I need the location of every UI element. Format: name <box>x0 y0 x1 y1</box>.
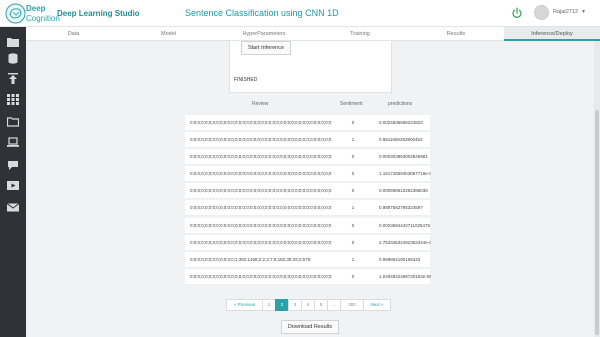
table-row: 0;0;0;0;0;0;0;0;0;0;0;0;0;0;0;0;0;0;0;0;… <box>185 149 430 165</box>
logo-text-line2: Cognition <box>26 14 60 23</box>
pagination-page[interactable]: 5 <box>314 299 328 311</box>
tab-model[interactable]: Model <box>121 27 216 41</box>
brain-logo-icon <box>5 3 26 24</box>
tab-results[interactable]: Results <box>408 27 504 41</box>
prediction-cell: 0.000303963002846981 <box>379 154 428 159</box>
prediction-cell: 0.999864190155343 <box>379 257 421 262</box>
folder-icon <box>7 38 19 47</box>
scrollbar-thumb[interactable] <box>595 110 599 335</box>
review-cell: 0;0;0;0;0;0;0;0;0;0;0;0;0;0;0;0;0;0;0;0;… <box>190 223 332 228</box>
review-cell: 0;0;0;0;0;0;0;0;0;0;0;0;0;0;0;0;0;0;0;0;… <box>190 205 332 210</box>
sentiment-cell: 0 <box>351 154 355 159</box>
laptop-icon <box>7 137 19 147</box>
prediction-cell: 0.0024836656224823 <box>379 120 423 125</box>
pagination-previous[interactable]: « Previous <box>226 299 263 311</box>
sidebar-item-chat[interactable] <box>0 157 26 174</box>
review-cell: 0;0;0;0;0;0;0;0;0;0;0;0;0;0;0;0;0;0;0;0;… <box>190 154 332 159</box>
table-row: 0;0;0;0;0;0;0;0;0;0;0;0;0;0;0;0;0;0;0;0;… <box>185 132 430 148</box>
table-row: 0;0;0;0;0;0;0;0;0;0;0;0;0;0;0;0;0;0;0;0;… <box>185 200 430 216</box>
chat-icon <box>8 161 18 170</box>
table-row: 0;0;0;0;0;0;0;0;0;0;0;0;0;0;0;0;0;0;0;0;… <box>185 183 430 199</box>
product-name: Deep Learning Studio <box>57 9 140 18</box>
prediction-cell: 0.0023694442711025476 <box>379 223 430 228</box>
sentiment-cell: 0 <box>351 274 355 279</box>
sentiment-cell: 0 <box>351 120 355 125</box>
app-window: Deep Cognition Deep Learning Studio Sent… <box>0 0 600 337</box>
user-avatar[interactable] <box>534 5 549 20</box>
sidebar-item-projects[interactable] <box>0 33 26 50</box>
review-cell: 0;0;0;0;0;0;0;0;0;0;0;0;0;0;0;0;0;0;0;0;… <box>190 137 332 142</box>
sidebar-item-apps[interactable] <box>0 91 26 108</box>
inference-panel: Start Inference FINISHED <box>229 41 392 93</box>
sidebar-item-datasets[interactable] <box>0 50 26 67</box>
tab-data[interactable]: Data <box>26 27 121 41</box>
review-cell: 0;0;0;0;0;0;0;0;0;0;0;0;0;0;0;0;0;0;0;0;… <box>190 188 332 193</box>
sentiment-cell: 1 <box>351 257 355 262</box>
review-cell: 0;0;0;0;0;0;0;0;0;0;0;0;0;0;0;0;0;0;0;0;… <box>190 120 332 125</box>
top-bar: Deep Cognition Deep Learning Studio Sent… <box>0 0 600 27</box>
sentiment-cell: 0 <box>351 188 355 193</box>
folder-open-icon <box>7 117 19 127</box>
database-icon <box>8 53 18 64</box>
chevron-down-icon[interactable]: ▾ <box>582 8 585 15</box>
user-name[interactable]: Rajat2712 <box>553 9 578 15</box>
prediction-cell: 0.000598610262386038 <box>379 188 428 193</box>
review-cell: 0;0;0;0;0;0;0;0;0;0;0;0;1;392;1468;2;2;2… <box>190 257 312 262</box>
sentiment-cell: 0 <box>351 240 355 245</box>
column-header-review: Review <box>252 101 269 107</box>
sentiment-cell: 1 <box>351 137 355 142</box>
page-title: Sentence Classification using CNN 1D <box>185 8 339 18</box>
pagination-page[interactable]: 3 <box>288 299 302 311</box>
pagination-page[interactable]: 300 <box>340 299 364 311</box>
sidebar-item-files[interactable] <box>0 113 26 130</box>
table-row: 0;0;0;0;0;0;0;0;0;0;0;0;0;0;0;0;0;0;0;0;… <box>185 235 431 251</box>
upload-icon <box>8 73 18 84</box>
pagination-next[interactable]: Next » <box>363 299 391 311</box>
logo[interactable]: Deep Cognition Deep Learning Studio <box>5 3 140 25</box>
mail-icon <box>7 203 19 212</box>
sidebar-item-mail[interactable] <box>0 199 26 216</box>
prediction-cell: 0.9811658283900452 <box>379 137 423 142</box>
review-cell: 0;0;0;0;0;0;0;0;0;0;0;0;0;0;0;0;0;0;0;0;… <box>190 240 332 245</box>
sidebar-item-videos[interactable] <box>0 177 26 194</box>
table-row: 0;0;0;0;0;0;0;0;0;0;0;0;0;0;0;0;0;0;0;0;… <box>185 115 430 131</box>
tab-hyperparameters[interactable]: HyperParameters <box>216 27 312 41</box>
prediction-cell: 1.16172659453067716e-05 <box>379 171 431 176</box>
logo-text-line1: Deep <box>26 4 46 13</box>
download-results-button[interactable]: Download Results <box>281 320 339 334</box>
power-icon[interactable] <box>511 7 523 19</box>
review-cell: 0;0;0;0;0;0;0;0;0;0;0;0;0;0;0;0;0;0;0;0;… <box>190 274 332 279</box>
column-header-predictions: predictions <box>388 101 413 107</box>
column-header-sentiment: Sentiment <box>340 101 363 107</box>
sidebar <box>0 27 26 337</box>
table-row: 0;0;0;0;0;0;0;0;0;0;0;0;0;0;0;0;0;0;0;0;… <box>185 269 431 285</box>
prediction-cell: 1.0494942468720163e-05 <box>379 274 431 279</box>
tab-bar: Data Model HyperParameters Training Resu… <box>26 27 600 41</box>
pagination-page[interactable]: 1 <box>262 299 276 311</box>
table-row: 0;0;0;0;0;0;0;0;0;0;0;0;0;0;0;0;0;0;0;0;… <box>185 166 431 182</box>
video-icon <box>7 181 19 190</box>
sentiment-cell: 1 <box>351 205 355 210</box>
pagination-page[interactable]: 4 <box>301 299 315 311</box>
sentiment-cell: 0 <box>351 223 355 228</box>
table-row: 0;0;0;0;0;0;0;0;0;0;0;0;0;0;0;0;0;0;0;0;… <box>185 218 430 234</box>
sidebar-item-upload[interactable] <box>0 70 26 87</box>
start-inference-button[interactable]: Start Inference <box>241 41 291 55</box>
prediction-cell: 0.9887682795324597 <box>379 205 423 210</box>
sentiment-cell: 0 <box>351 171 355 176</box>
sidebar-item-deploy[interactable] <box>0 134 26 151</box>
pagination-ellipsis: ... <box>327 299 341 311</box>
table-row: 0;0;0;0;0;0;0;0;0;0;0;0;1;392;1468;2;2;2… <box>185 252 430 268</box>
grid-icon <box>7 94 19 105</box>
prediction-cell: 2.75334532492352344e-05 <box>379 240 431 245</box>
tab-training[interactable]: Training <box>312 27 408 41</box>
inference-status: FINISHED <box>234 77 258 83</box>
review-cell: 0;0;0;0;0;0;0;0;0;0;0;0;0;0;0;0;0;0;0;0;… <box>190 171 332 176</box>
tab-inference-deploy[interactable]: Inference/Deploy <box>504 27 600 41</box>
pagination-page-active[interactable]: 2 <box>275 299 289 311</box>
